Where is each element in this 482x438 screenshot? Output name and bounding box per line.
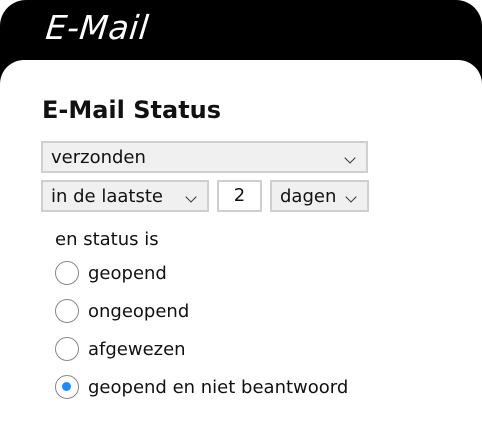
radio-label: afgewezen [88, 338, 186, 360]
email-card: E-Mail [0, 0, 482, 438]
unit-select[interactable]: dagen [270, 180, 369, 212]
radio-button-selected[interactable] [55, 375, 79, 399]
radio-button[interactable] [55, 261, 79, 285]
radio-label: geopend [88, 262, 167, 284]
radio-button[interactable] [55, 337, 79, 361]
status-select-value: verzonden [51, 146, 146, 168]
chevron-down-icon [345, 191, 357, 203]
chevron-down-icon [185, 191, 197, 203]
status-select[interactable]: verzonden [41, 141, 368, 173]
radio-button[interactable] [55, 299, 79, 323]
status-label: en status is [55, 229, 159, 250]
range-select-value: in de laatste [51, 185, 163, 207]
card-header-title: E-Mail [43, 8, 151, 47]
radio-option-geopend[interactable]: geopend [55, 260, 167, 286]
radio-label: ongeopend [88, 300, 190, 322]
chevron-down-icon [344, 152, 356, 164]
radio-option-afgewezen[interactable]: afgewezen [55, 336, 186, 362]
unit-select-value: dagen [280, 185, 337, 207]
range-select[interactable]: in de laatste [41, 180, 209, 212]
radio-option-geopend-niet-beantwoord[interactable]: geopend en niet beantwoord [55, 374, 348, 400]
radio-option-ongeopend[interactable]: ongeopend [55, 298, 189, 324]
count-input[interactable]: 2 [217, 180, 262, 212]
radio-label: geopend en niet beantwoord [88, 376, 349, 398]
section-title: E-Mail Status [42, 96, 222, 124]
